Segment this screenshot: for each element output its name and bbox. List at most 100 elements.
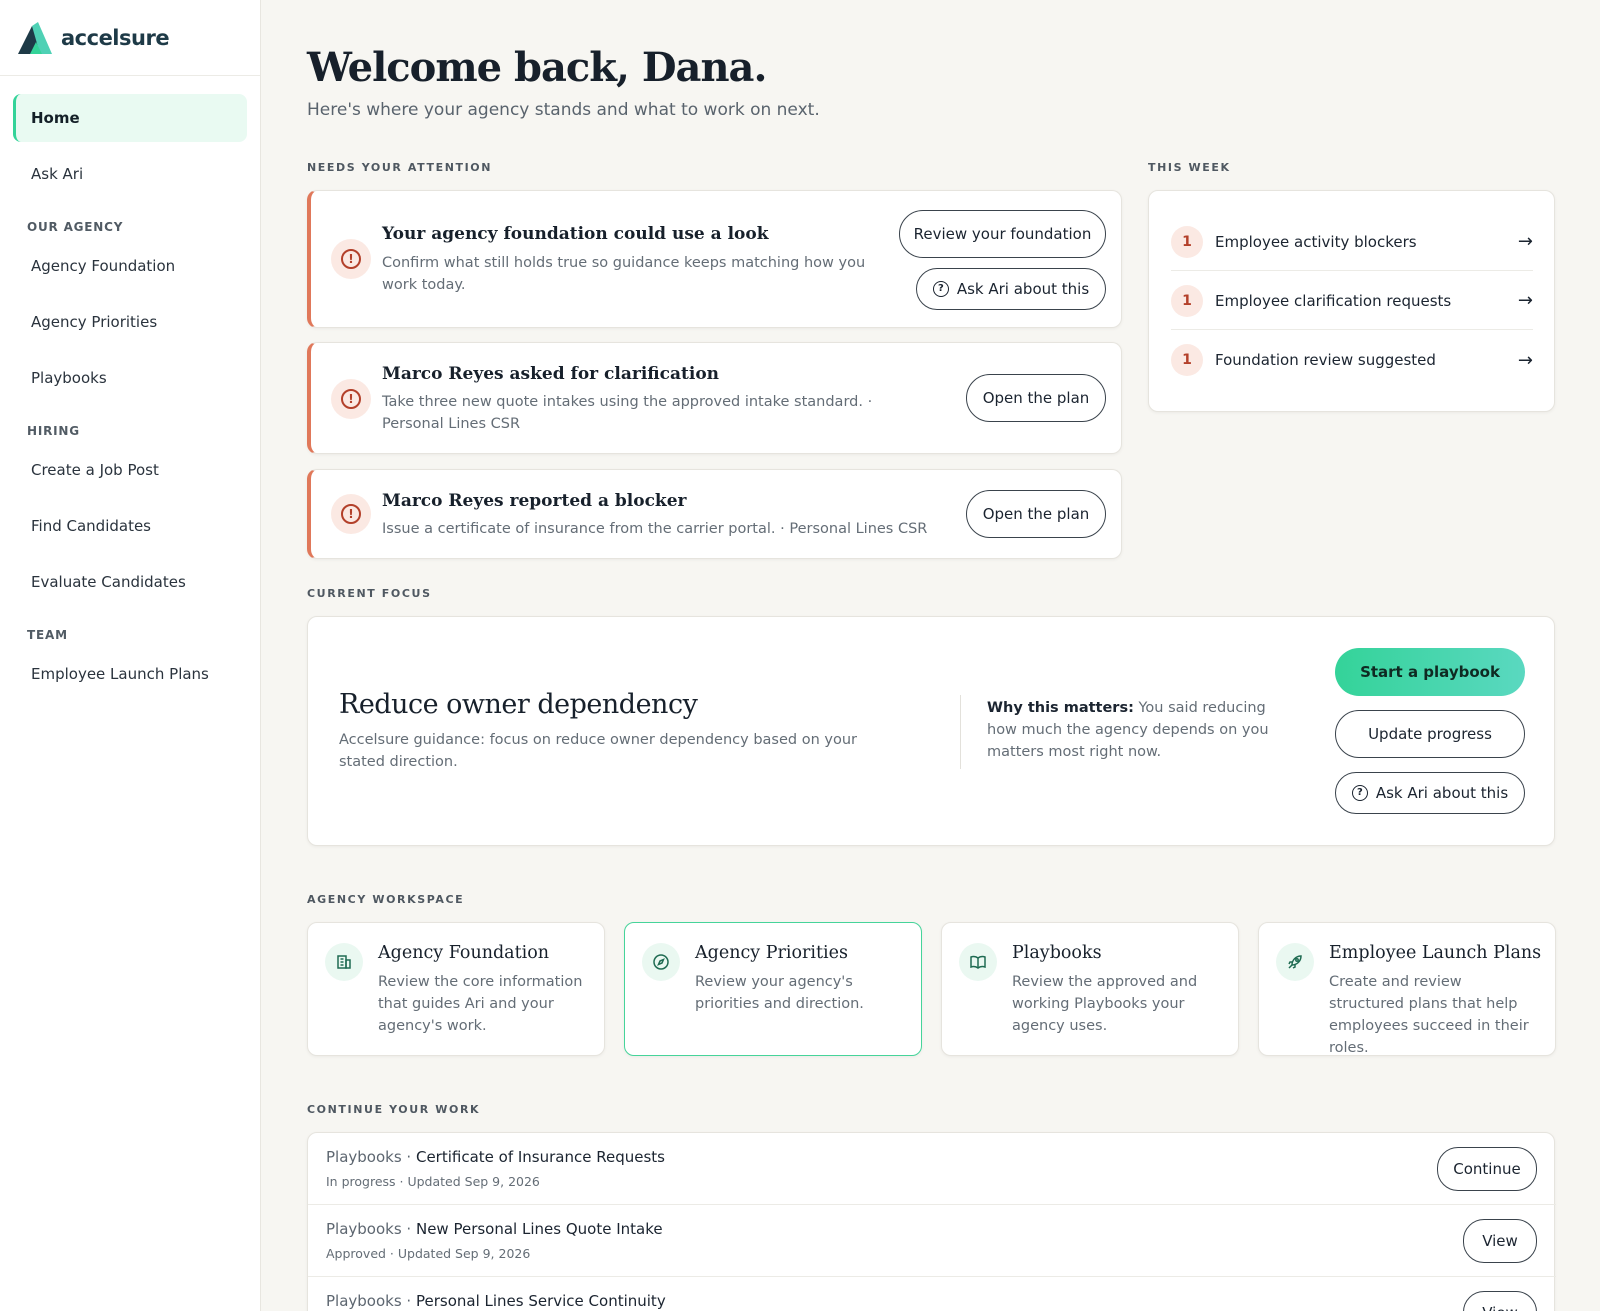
attention-title: Marco Reyes asked for clarification [382, 364, 720, 384]
sidebar-section-hiring: HIRING [27, 424, 80, 438]
this-week-label: Employee activity blockers [1215, 232, 1417, 251]
count-badge: 1 [1171, 344, 1203, 376]
work-item-name: Personal Lines Service Continuity [415, 1292, 666, 1310]
workspace-card-title: Agency Foundation [378, 943, 550, 963]
sidebar-item-agency-foundation[interactable]: Agency Foundation [13, 242, 247, 290]
section-label-attention: NEEDS YOUR ATTENTION [307, 161, 493, 174]
count-badge: 1 [1171, 284, 1203, 317]
ask-ari-label: Ask Ari about this [1375, 784, 1509, 802]
why-this-matters: Why this matters: You said reducing how … [987, 697, 1297, 763]
count-badge: 1 [1171, 225, 1203, 258]
sidebar-item-evaluate-candidates[interactable]: Evaluate Candidates [13, 558, 247, 606]
arrow-right-icon: → [1517, 349, 1533, 371]
sidebar-nav: Home Ask Ari OUR AGENCY Agency Foundatio… [0, 76, 260, 698]
workspace-card-description: Create and review structured plans that … [1329, 974, 1529, 1056]
building-icon [325, 943, 363, 981]
workspace-card-employee-launch-plans[interactable]: Employee Launch Plans Create and review … [1258, 922, 1556, 1056]
this-week-card: 1 Employee activity blockers → 1 Employe… [1148, 190, 1555, 412]
workspace-card-title: Employee Launch Plans [1329, 943, 1542, 963]
arrow-right-icon: → [1517, 231, 1533, 252]
sidebar-item-home[interactable]: Home [13, 94, 247, 142]
ask-ari-label: Ask Ari about this [956, 280, 1090, 298]
alert-icon: ! [331, 494, 371, 534]
workspace-card-title: Agency Priorities [695, 943, 848, 963]
why-label: Why this matters: [987, 700, 1134, 716]
this-week-item[interactable]: 1 Employee activity blockers → [1171, 213, 1533, 271]
list-item[interactable]: Playbooks · Personal Lines Service Conti… [308, 1277, 1556, 1311]
open-plan-button[interactable]: Open the plan [966, 490, 1106, 538]
sidebar: accelsure Home Ask Ari OUR AGENCY Agency… [0, 0, 261, 1311]
attention-card-blocker: ! Marco Reyes reported a blocker Issue a… [307, 469, 1122, 559]
sidebar-item-ask-ari[interactable]: Ask Ari [13, 150, 247, 198]
list-item[interactable]: Playbooks · New Personal Lines Quote Int… [308, 1205, 1556, 1277]
attention-title: Marco Reyes reported a blocker [382, 491, 687, 511]
continue-work-list: Playbooks · Certificate of Insurance Req… [307, 1132, 1556, 1311]
section-label-current-focus: CURRENT FOCUS [307, 587, 432, 600]
ask-ari-button[interactable]: ? Ask Ari about this [1335, 772, 1525, 814]
sidebar-item-find-candidates[interactable]: Find Candidates [13, 502, 247, 550]
page-subtitle: Here's where your agency stands and what… [307, 100, 820, 120]
section-label-workspace: AGENCY WORKSPACE [307, 893, 465, 906]
focus-description: Accelsure guidance: focus on reduce owne… [339, 732, 857, 770]
work-item-category: Playbooks · [326, 1148, 416, 1166]
section-label-this-week: THIS WEEK [1148, 161, 1231, 174]
brand-logo[interactable]: accelsure [0, 0, 260, 76]
ask-ari-button[interactable]: ? Ask Ari about this [916, 268, 1106, 310]
update-progress-button[interactable]: Update progress [1335, 710, 1525, 758]
attention-description: Confirm what still holds true so guidanc… [382, 255, 866, 293]
section-label-continue-work: CONTINUE YOUR WORK [307, 1103, 481, 1116]
open-plan-button[interactable]: Open the plan [966, 374, 1106, 422]
attention-card-clarification: ! Marco Reyes asked for clarification Ta… [307, 342, 1122, 454]
focus-title: Reduce owner dependency [339, 689, 698, 720]
review-foundation-button[interactable]: Review your foundation [899, 210, 1106, 258]
page-title: Welcome back, Dana. [307, 44, 767, 91]
work-item-title: Playbooks · Certificate of Insurance Req… [326, 1148, 665, 1166]
workspace-card-title: Playbooks [1012, 943, 1102, 963]
workspace-card-agency-foundation[interactable]: Agency Foundation Review the core inform… [307, 922, 605, 1056]
workspace-card-description: Review your agency's priorities and dire… [695, 974, 864, 1012]
question-bubble-icon: ? [932, 281, 949, 297]
this-week-item[interactable]: 1 Foundation review suggested → [1171, 331, 1533, 389]
sidebar-item-employee-launch-plans[interactable]: Employee Launch Plans [13, 650, 247, 698]
continue-button[interactable]: Continue [1437, 1147, 1537, 1191]
work-item-title: Playbooks · Personal Lines Service Conti… [326, 1292, 666, 1310]
view-button[interactable]: View [1463, 1219, 1537, 1263]
work-item-title: Playbooks · New Personal Lines Quote Int… [326, 1220, 663, 1238]
divider [960, 695, 961, 769]
arrow-right-icon: → [1517, 290, 1533, 311]
sidebar-section-team: TEAM [27, 628, 68, 642]
attention-card-foundation: ! Your agency foundation could use a loo… [307, 190, 1122, 328]
work-item-name: Certificate of Insurance Requests [415, 1148, 665, 1166]
work-item-meta: In progress · Updated Sep 9, 2026 [326, 1174, 540, 1189]
start-playbook-button[interactable]: Start a playbook [1335, 648, 1525, 696]
work-item-category: Playbooks · [326, 1292, 416, 1310]
current-focus-card: Reduce owner dependency Accelsure guidan… [307, 616, 1555, 846]
alert-icon: ! [331, 379, 371, 419]
attention-title: Your agency foundation could use a look [382, 224, 769, 244]
workspace-card-playbooks[interactable]: Playbooks Review the approved and workin… [941, 922, 1239, 1056]
sidebar-item-agency-priorities[interactable]: Agency Priorities [13, 298, 247, 346]
brand-name: accelsure [61, 25, 170, 50]
sidebar-item-create-job-post[interactable]: Create a Job Post [13, 446, 247, 494]
sidebar-item-playbooks[interactable]: Playbooks [13, 354, 247, 402]
accelsure-logo-icon [18, 21, 52, 54]
attention-description: Take three new quote intakes using the a… [382, 394, 873, 432]
list-item[interactable]: Playbooks · Certificate of Insurance Req… [308, 1133, 1556, 1205]
view-button[interactable]: View [1463, 1291, 1537, 1311]
workspace-card-description: Review the approved and working Playbook… [1012, 974, 1198, 1034]
rocket-icon [1276, 943, 1314, 981]
work-item-category: Playbooks · [326, 1220, 416, 1238]
this-week-label: Employee clarification requests [1215, 291, 1452, 310]
book-icon [959, 943, 997, 981]
work-item-meta: Approved · Updated Sep 9, 2026 [326, 1246, 531, 1261]
workspace-card-agency-priorities[interactable]: Agency Priorities Review your agency's p… [624, 922, 922, 1056]
alert-icon: ! [331, 239, 371, 279]
work-item-name: New Personal Lines Quote Intake [415, 1220, 663, 1238]
this-week-item[interactable]: 1 Employee clarification requests → [1171, 272, 1533, 330]
sidebar-section-our-agency: OUR AGENCY [27, 220, 124, 234]
this-week-label: Foundation review suggested [1215, 351, 1436, 369]
workspace-card-description: Review the core information that guides … [378, 974, 583, 1034]
compass-icon [642, 943, 680, 981]
question-bubble-icon: ? [1351, 785, 1368, 801]
attention-description: Issue a certificate of insurance from th… [382, 521, 928, 537]
